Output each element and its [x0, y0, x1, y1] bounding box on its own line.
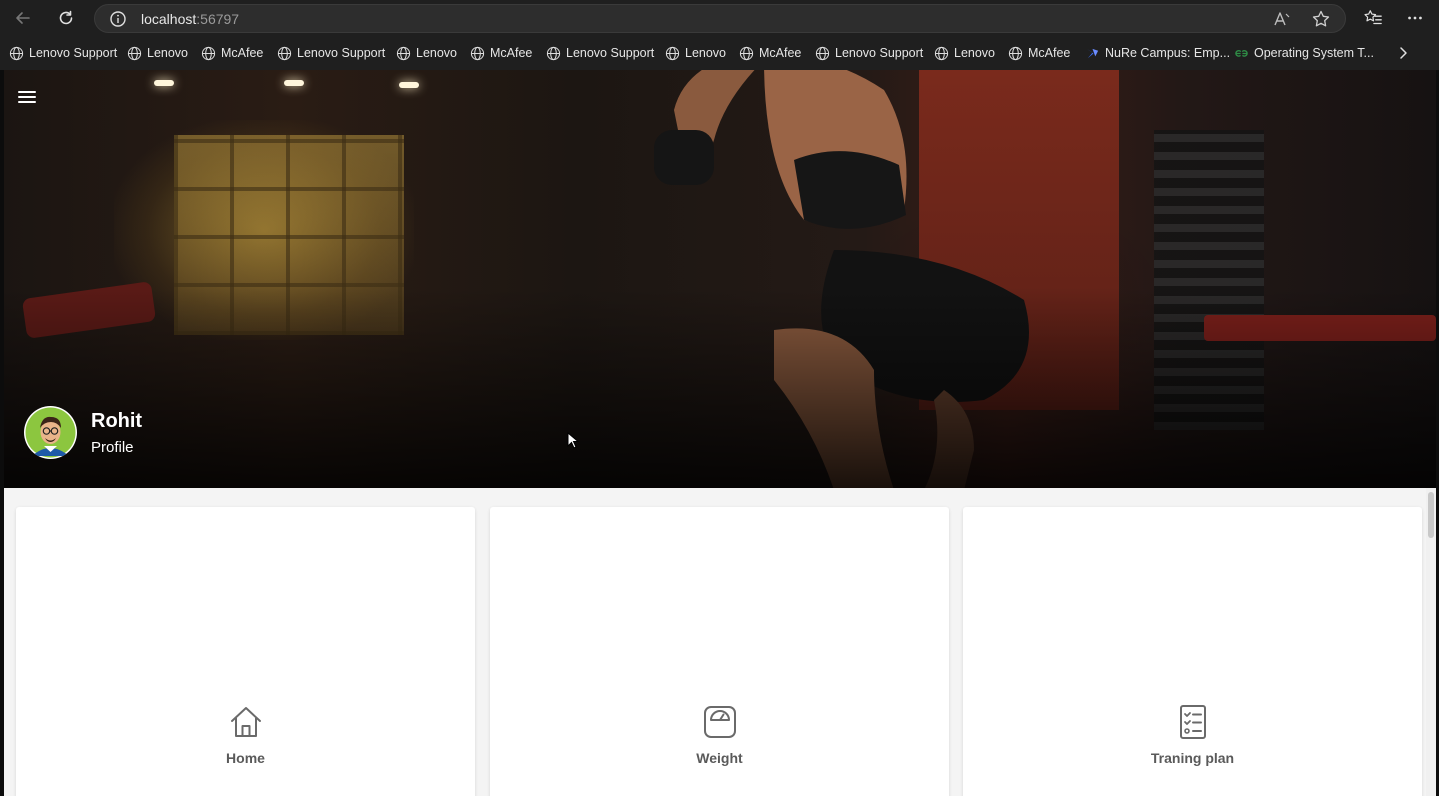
bookmark-label: McAfee [221, 46, 264, 60]
bookmark-label: Lenovo Support [297, 46, 386, 60]
url-text[interactable]: localhost:56797 [141, 11, 239, 27]
bookmark-label: McAfee [490, 46, 533, 60]
weight-card[interactable]: Weight [490, 507, 949, 796]
browser-chrome: localhost:56797 Lenovo Support Lenovo Mc… [0, 0, 1439, 70]
home-card-label: Home [226, 750, 265, 766]
read-aloud-icon[interactable] [1273, 10, 1291, 28]
page-scrollbar-thumb[interactable] [1428, 492, 1434, 538]
address-bar[interactable]: localhost:56797 [94, 4, 1346, 33]
bookmark-label: McAfee [1028, 46, 1071, 60]
bookmark-item[interactable]: McAfee [201, 44, 263, 62]
bookmark-label: Lenovo [416, 46, 458, 60]
globe-icon [815, 46, 830, 60]
checklist-icon [1179, 705, 1206, 739]
globe-icon [127, 46, 142, 60]
profile-name: Rohit [91, 410, 143, 432]
nav-card-grid: Home Weight Traning plan [4, 488, 1436, 796]
home-icon [230, 707, 261, 737]
profile-hero-banner: Rohit Profile [4, 70, 1436, 488]
home-card[interactable]: Home [16, 507, 475, 796]
bookmark-label: Lenovo [685, 46, 727, 60]
geeksforgeeks-icon [1235, 49, 1248, 57]
bookmark-item[interactable]: NuRe Campus: Emp... [1085, 44, 1230, 62]
globe-icon [934, 46, 949, 60]
globe-icon [201, 46, 216, 60]
bookmark-item[interactable]: Lenovo Support [9, 44, 117, 62]
menu-line [18, 101, 36, 103]
bookmark-label: NuRe Campus: Emp... [1105, 46, 1231, 60]
reload-button[interactable] [54, 6, 78, 30]
training-plan-card[interactable]: Traning plan [963, 507, 1422, 796]
globe-icon [277, 46, 292, 60]
menu-line [18, 91, 36, 93]
globe-icon [1008, 46, 1023, 60]
bookmark-item[interactable]: Lenovo Support [546, 44, 654, 62]
bookmark-item[interactable]: Lenovo [127, 44, 188, 62]
page-viewport: Rohit Profile Home Weight Traning plan [4, 70, 1436, 796]
more-dots-icon [1408, 16, 1422, 20]
bookmark-label: Lenovo Support [835, 46, 924, 60]
arrow-left-icon [16, 12, 30, 24]
globe-icon [739, 46, 754, 60]
weight-card-label: Weight [696, 750, 743, 766]
hero-ceiling-light [154, 80, 174, 86]
bookmark-label: Lenovo Support [566, 46, 655, 60]
bookmark-item[interactable]: McAfee [739, 44, 801, 62]
profile-subtitle: Profile [91, 439, 134, 456]
hero-bottom-shade [4, 288, 1436, 488]
bookmark-label: McAfee [759, 46, 802, 60]
bookmark-item[interactable]: Lenovo Support [277, 44, 385, 62]
bookmark-item[interactable]: Lenovo Support [815, 44, 923, 62]
star-icon[interactable] [1311, 9, 1331, 29]
bookmark-label: Lenovo Support [29, 46, 118, 60]
more-button[interactable] [1404, 7, 1426, 29]
url-host: localhost [141, 11, 197, 27]
bookmark-item[interactable]: Lenovo [934, 44, 995, 62]
bookmark-item[interactable]: Operating System T... [1234, 44, 1374, 62]
menu-line [18, 96, 36, 98]
info-icon[interactable] [109, 10, 127, 28]
globe-icon [665, 46, 680, 60]
avatar-illustration [25, 407, 76, 458]
globe-icon [396, 46, 411, 60]
bookmark-label: Operating System T... [1254, 46, 1374, 60]
training-plan-card-label: Traning plan [1150, 750, 1235, 766]
favorites-icon [1364, 10, 1382, 25]
bookmark-item[interactable]: Lenovo [665, 44, 726, 62]
favorites-button[interactable] [1362, 7, 1384, 29]
browser-toolbar: localhost:56797 [0, 0, 1439, 36]
mouse-pointer-icon [567, 432, 579, 449]
hero-ceiling-light [284, 80, 304, 86]
bookmark-item[interactable]: Lenovo [396, 44, 457, 62]
weight-scale-icon [703, 706, 736, 738]
bookmark-item[interactable]: McAfee [470, 44, 532, 62]
chevron-right-icon[interactable] [1395, 45, 1411, 61]
globe-icon [546, 46, 561, 60]
back-button[interactable] [11, 6, 35, 30]
url-port: :56797 [196, 11, 240, 27]
nure-campus-icon [1086, 48, 1099, 58]
bookmark-item[interactable]: McAfee [1008, 44, 1070, 62]
avatar[interactable] [24, 406, 77, 459]
refresh-icon [59, 10, 73, 25]
hamburger-menu-button[interactable] [18, 88, 40, 106]
globe-icon [470, 46, 485, 60]
bookmark-label: Lenovo [147, 46, 189, 60]
hero-ceiling-light [399, 82, 419, 88]
bookmark-label: Lenovo [954, 46, 996, 60]
globe-icon [9, 46, 24, 60]
bookmarks-bar: Lenovo Support Lenovo McAfee Lenovo Supp… [0, 38, 1439, 68]
